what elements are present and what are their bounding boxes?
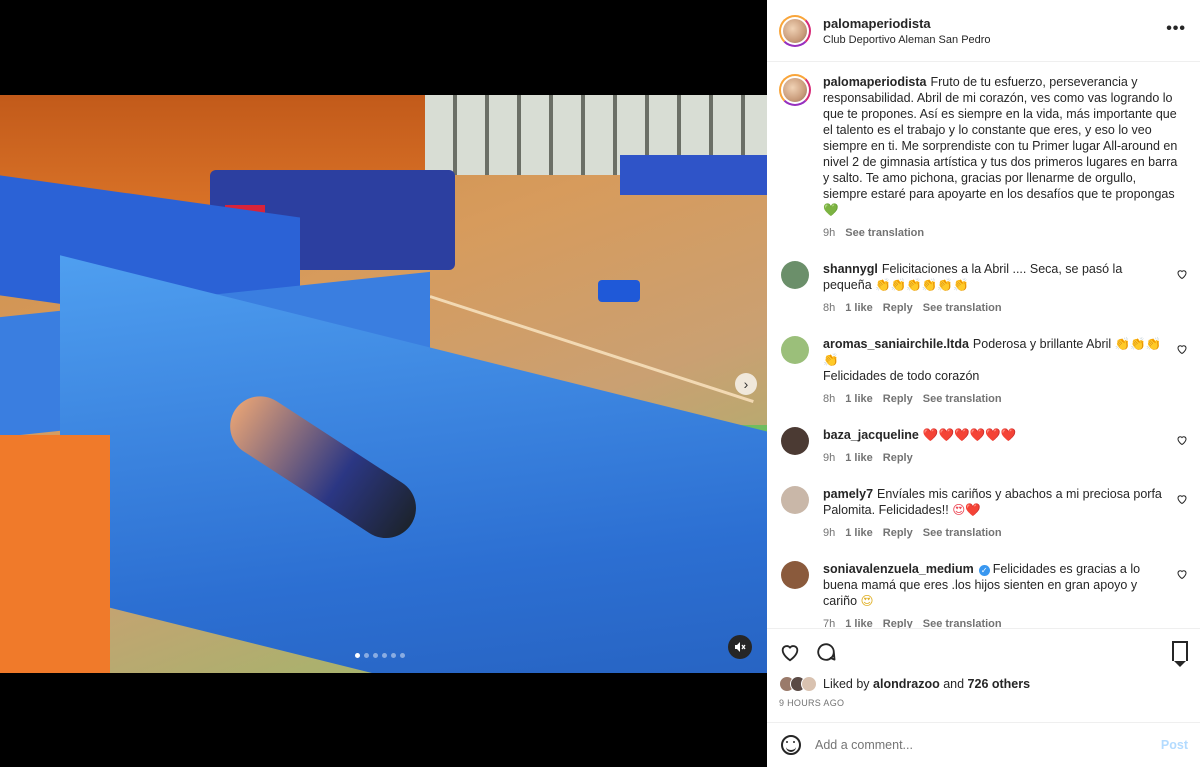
- comment-item: pamely7 Envíales mis cariños y abachos a …: [779, 486, 1188, 541]
- comment-text: Felicidades de todo corazón: [823, 369, 980, 383]
- comment-time[interactable]: 7h: [823, 616, 835, 628]
- likes-count[interactable]: 726 others: [968, 677, 1031, 691]
- carousel-dot: [373, 653, 378, 658]
- commenter-username[interactable]: pamely7: [823, 487, 873, 501]
- caption-time[interactable]: 9h: [823, 225, 835, 241]
- comment-time[interactable]: 9h: [823, 525, 835, 541]
- caption-emoji: 💚: [823, 203, 839, 217]
- emoji-picker-icon[interactable]: [781, 735, 801, 755]
- post-location[interactable]: Club Deportivo Aleman San Pedro: [823, 34, 991, 46]
- comment-icon[interactable]: [815, 641, 837, 663]
- comment-item: shannygl Felicitaciones a la Abril .... S…: [779, 261, 1188, 316]
- comment-text: Poderosa y brillante Abril: [972, 337, 1112, 351]
- post-video[interactable]: [0, 95, 767, 673]
- post-time-ago[interactable]: 9 HOURS AGO: [779, 698, 1188, 708]
- carousel-dot: [400, 653, 405, 658]
- post-modal: › palomaperiodista Club Deportivo Aleman…: [0, 0, 1200, 767]
- see-translation-link[interactable]: See translation: [845, 225, 924, 241]
- add-comment-bar: Post: [767, 722, 1200, 767]
- video-orange-block: [0, 435, 110, 673]
- likes-summary: Liked by alondrazoo and 726 others: [779, 676, 1188, 692]
- like-heart-icon[interactable]: [779, 641, 801, 663]
- caption: palomaperiodista Fruto de tu esfuerzo, pe…: [779, 74, 1188, 241]
- liker-avatars: [779, 676, 817, 692]
- post-header: palomaperiodista Club Deportivo Aleman S…: [767, 0, 1200, 62]
- reply-button[interactable]: Reply: [883, 525, 913, 541]
- reply-button[interactable]: Reply: [883, 616, 913, 628]
- post-sidebar: palomaperiodista Club Deportivo Aleman S…: [767, 0, 1200, 767]
- video-bucket: [598, 280, 640, 302]
- comment-input[interactable]: [815, 738, 1135, 752]
- comment-text: Envíales mis cariños y abachos a mi prec…: [823, 487, 1162, 517]
- mute-button[interactable]: [728, 635, 752, 659]
- commenter-username[interactable]: soniavalenzuela_medium: [823, 562, 974, 576]
- carousel-dot: [364, 653, 369, 658]
- liked-by-and: and: [943, 677, 965, 691]
- comment-time[interactable]: 8h: [823, 391, 835, 407]
- commenter-username[interactable]: baza_jacqueline: [823, 428, 919, 442]
- caption-text: Fruto de tu esfuerzo, perseverancia y re…: [823, 75, 1178, 201]
- liked-by-prefix: Liked by: [823, 677, 870, 691]
- comment-like-heart-icon[interactable]: [1176, 568, 1188, 580]
- comment-likes[interactable]: 1 like: [845, 616, 873, 628]
- comment-emoji: ❤️❤️❤️❤️❤️❤️: [922, 428, 1017, 442]
- see-translation-link[interactable]: See translation: [923, 391, 1002, 407]
- next-slide-button[interactable]: ›: [735, 373, 757, 395]
- see-translation-link[interactable]: See translation: [923, 525, 1002, 541]
- caption-avatar[interactable]: [779, 74, 811, 106]
- comment-emoji: 😍❤️: [952, 503, 981, 517]
- verified-badge-icon: ✓: [978, 565, 990, 576]
- comment-item: baza_jacqueline ❤️❤️❤️❤️❤️❤️ 9h 1 like Reply: [779, 427, 1188, 466]
- video-mat: [620, 155, 767, 195]
- carousel-indicator: [355, 653, 405, 658]
- speaker-muted-icon: [735, 642, 746, 652]
- comment-like-heart-icon[interactable]: [1176, 434, 1188, 446]
- comment-likes[interactable]: 1 like: [845, 300, 873, 316]
- commenter-username[interactable]: shannygl: [823, 262, 878, 276]
- comment-likes[interactable]: 1 like: [845, 525, 873, 541]
- see-translation-link[interactable]: See translation: [923, 300, 1002, 316]
- post-comment-button[interactable]: Post: [1161, 738, 1188, 752]
- commenter-avatar[interactable]: [781, 561, 809, 589]
- liked-by-user[interactable]: alondrazoo: [873, 677, 940, 691]
- commenter-avatar[interactable]: [781, 336, 809, 364]
- action-bar: Liked by alondrazoo and 726 others 9 HOU…: [767, 628, 1200, 722]
- comment-like-heart-icon[interactable]: [1176, 268, 1188, 280]
- comment-item: aromas_saniairchile.ltda Poderosa y brill…: [779, 336, 1188, 407]
- reply-button[interactable]: Reply: [883, 450, 913, 466]
- author-username[interactable]: palomaperiodista: [823, 16, 991, 31]
- media-area: ›: [0, 0, 767, 767]
- caption-username[interactable]: palomaperiodista: [823, 75, 927, 89]
- comment-likes[interactable]: 1 like: [845, 391, 873, 407]
- comment-time[interactable]: 8h: [823, 300, 835, 316]
- commenter-avatar[interactable]: [781, 427, 809, 455]
- comments-list[interactable]: palomaperiodista Fruto de tu esfuerzo, pe…: [767, 62, 1200, 628]
- carousel-dot: [355, 653, 360, 658]
- comment-likes[interactable]: 1 like: [845, 450, 873, 466]
- commenter-avatar[interactable]: [781, 486, 809, 514]
- comment-emoji: 👏👏👏👏👏👏: [875, 278, 969, 292]
- more-options-icon[interactable]: •••: [1166, 20, 1186, 38]
- reply-button[interactable]: Reply: [883, 300, 913, 316]
- bookmark-icon[interactable]: [1172, 641, 1188, 667]
- author-avatar[interactable]: [779, 14, 811, 47]
- see-translation-link[interactable]: See translation: [923, 616, 1002, 628]
- commenter-username[interactable]: aromas_saniairchile.ltda: [823, 337, 969, 351]
- comment-like-heart-icon[interactable]: [1176, 343, 1188, 355]
- comment-item: soniavalenzuela_medium ✓ Felicidades es gr…: [779, 561, 1188, 628]
- comment-like-heart-icon[interactable]: [1176, 493, 1188, 505]
- comment-time[interactable]: 9h: [823, 450, 835, 466]
- carousel-dot: [382, 653, 387, 658]
- chevron-right-icon: ›: [743, 376, 749, 392]
- commenter-avatar[interactable]: [781, 261, 809, 289]
- carousel-dot: [391, 653, 396, 658]
- reply-button[interactable]: Reply: [883, 391, 913, 407]
- comment-emoji: 😍: [860, 594, 874, 608]
